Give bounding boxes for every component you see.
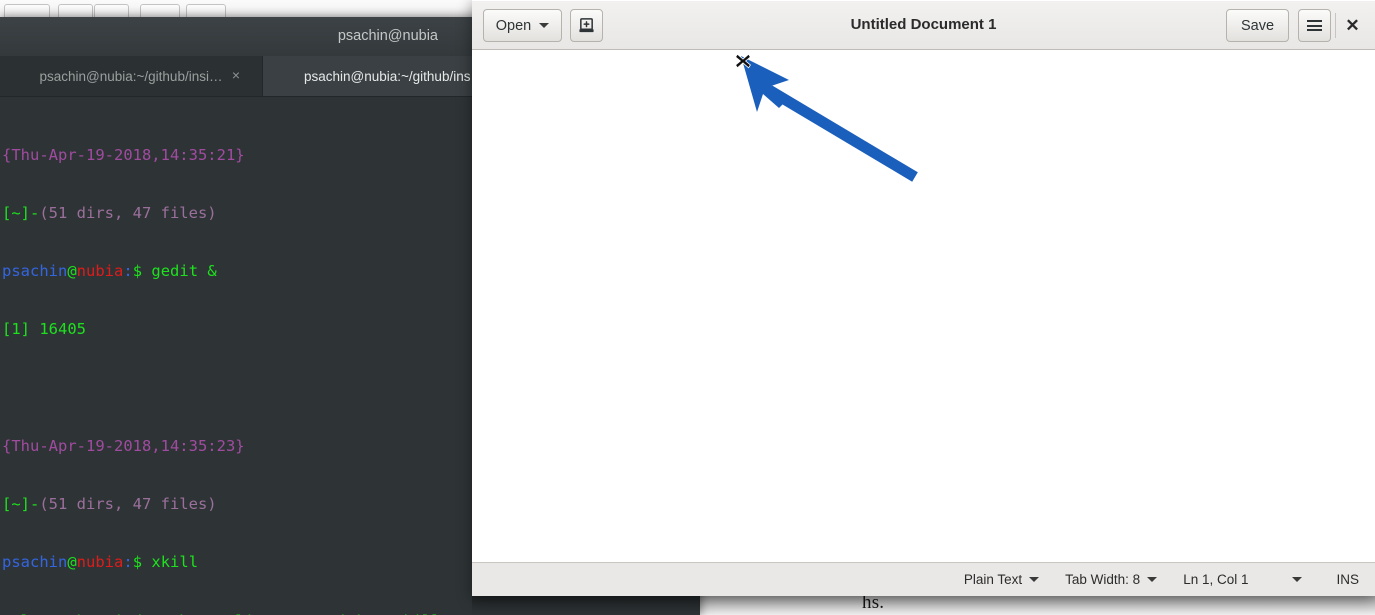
terminal-timestamp: {Thu-Apr-19-2018,14:35:21} xyxy=(2,146,245,164)
gedit-statusbar: Plain Text Tab Width: 8 Ln 1, Col 1 INS xyxy=(472,562,1375,596)
terminal-prompt-bracket: [~]- xyxy=(2,495,39,513)
chevron-down-icon xyxy=(1029,577,1039,582)
terminal-prompt-user: psachin xyxy=(2,262,67,280)
cursor-position: Ln 1, Col 1 xyxy=(1183,572,1248,587)
save-button-label: Save xyxy=(1241,18,1274,34)
terminal-prompt-dollar: $ xyxy=(133,262,142,280)
close-window-button[interactable]: ✕ xyxy=(1336,9,1369,42)
terminal-timestamp: {Thu-Apr-19-2018,14:35:23} xyxy=(2,437,245,455)
terminal-prompt-dirs: (51 dirs, 47 files) xyxy=(39,495,216,513)
annotation-arrow xyxy=(735,50,920,190)
terminal-prompt-dirs: (51 dirs, 47 files) xyxy=(39,204,216,222)
save-button[interactable]: Save xyxy=(1226,9,1289,42)
insert-mode-indicator[interactable]: INS xyxy=(1336,572,1359,587)
terminal-tab-1[interactable]: psachin@nubia:~/github/insi… × xyxy=(0,56,263,96)
tab-width-selector[interactable]: Tab Width: 8 xyxy=(1065,572,1157,587)
terminal-command: gedit & xyxy=(142,262,217,280)
position-dropdown[interactable] xyxy=(1292,577,1302,582)
terminal-tab-1-label: psachin@nubia:~/github/insi… xyxy=(40,69,223,84)
tab-width-label: Tab Width: 8 xyxy=(1065,572,1140,587)
gedit-window: Open Untitled Document 1 Save xyxy=(472,0,1375,596)
insert-mode-label: INS xyxy=(1336,572,1359,587)
window-drop-shadow xyxy=(472,596,1375,615)
terminal-prompt-dollar: $ xyxy=(133,553,142,571)
terminal-prompt-bracket: [~]- xyxy=(2,204,39,222)
menu-button[interactable] xyxy=(1298,9,1331,42)
screen-root: hs. psachin@nubia psachin@nubia:~/github… xyxy=(0,0,1375,615)
terminal-xkill-message: Select the window whose client you wish … xyxy=(2,612,441,615)
terminal-prompt-colon: : xyxy=(123,262,132,280)
close-icon: ✕ xyxy=(1345,16,1359,36)
terminal-prompt-at: @ xyxy=(67,262,76,280)
cursor-position-label: Ln 1, Col 1 xyxy=(1183,572,1248,587)
terminal-prompt-host: nubia xyxy=(77,262,124,280)
terminal-command: xkill xyxy=(142,553,198,571)
terminal-prompt-at: @ xyxy=(67,553,76,571)
hamburger-menu-icon xyxy=(1307,18,1322,34)
terminal-prompt-user: psachin xyxy=(2,553,67,571)
chevron-down-icon xyxy=(1292,577,1302,582)
gedit-text-area[interactable] xyxy=(472,50,1375,562)
terminal-tab-1-close-icon[interactable]: × xyxy=(228,67,244,83)
language-label: Plain Text xyxy=(964,572,1022,587)
language-selector[interactable]: Plain Text xyxy=(964,572,1039,587)
gedit-headerbar: Open Untitled Document 1 Save xyxy=(472,0,1375,50)
terminal-tab-2-label: psachin@nubia:~/github/ins… xyxy=(304,69,484,84)
terminal-prompt-host: nubia xyxy=(77,553,124,571)
terminal-title: psachin@nubia xyxy=(338,28,438,44)
xkill-cursor-icon xyxy=(734,52,752,70)
terminal-job-output: [1] 16405 xyxy=(2,320,86,338)
chevron-down-icon xyxy=(1147,577,1157,582)
terminal-prompt-colon: : xyxy=(123,553,132,571)
